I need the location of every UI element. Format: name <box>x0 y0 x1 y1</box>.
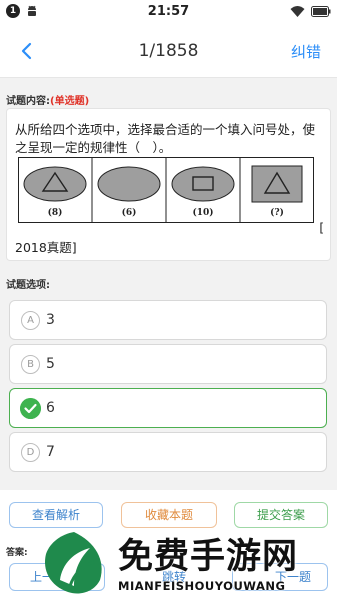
watermark-text: 免费手游网 <box>118 537 299 577</box>
option-b[interactable]: B 5 <box>9 344 327 384</box>
nav-bar: 1/1858 纠错 <box>0 24 337 78</box>
question-label: 试题内容: <box>6 96 50 107</box>
question-card: 从所给四个选项中，选择最合适的一个填入问号处，使之呈现一定的规律性（ ）。 (8… <box>6 108 331 261</box>
option-letter: D <box>21 443 40 462</box>
clock: 21:57 <box>147 4 190 19</box>
report-error-button[interactable]: 纠错 <box>291 41 321 62</box>
favorite-button[interactable]: 收藏本题 <box>121 502 217 528</box>
option-d[interactable]: D 7 <box>9 432 327 472</box>
option-text: 5 <box>46 356 55 372</box>
source-bracket: [ <box>319 221 324 235</box>
check-icon <box>20 398 41 419</box>
option-letter: A <box>21 311 40 330</box>
option-text: 3 <box>46 312 55 328</box>
option-text: 6 <box>46 400 55 416</box>
answer-label: 答案: <box>6 548 28 558</box>
battery-icon <box>311 5 331 17</box>
figure-label-4: (?) <box>270 207 284 218</box>
option-c[interactable]: 6 <box>9 388 327 428</box>
question-text: 从所给四个选项中，选择最合适的一个填入问号处，使之呈现一定的规律性（ ）。 <box>15 122 316 155</box>
status-bar: 1 21:57 <box>0 0 337 24</box>
question-section-label: 试题内容:(单选题) <box>6 92 89 107</box>
view-analysis-button[interactable]: 查看解析 <box>9 502 103 528</box>
question-source: 2018真题] <box>15 240 77 255</box>
watermark-subtext: MIANFEISHOUYOUWANG <box>118 579 286 593</box>
option-text: 7 <box>46 444 55 460</box>
figure-label-3: (10) <box>192 207 213 218</box>
wifi-icon <box>290 6 305 17</box>
options-section-label: 试题选项: <box>6 280 50 291</box>
question-type-tag: (单选题) <box>50 96 90 107</box>
figure-label-1: (8) <box>48 207 63 218</box>
question-figure: (8) (6) (10) (?) <box>18 157 314 223</box>
submit-answer-button[interactable]: 提交答案 <box>234 502 328 528</box>
question-counter: 1/1858 <box>138 41 199 61</box>
figure-label-2: (6) <box>122 207 137 218</box>
watermark-logo-icon <box>44 532 102 594</box>
option-a[interactable]: A 3 <box>9 300 327 340</box>
option-letter: B <box>21 355 40 374</box>
